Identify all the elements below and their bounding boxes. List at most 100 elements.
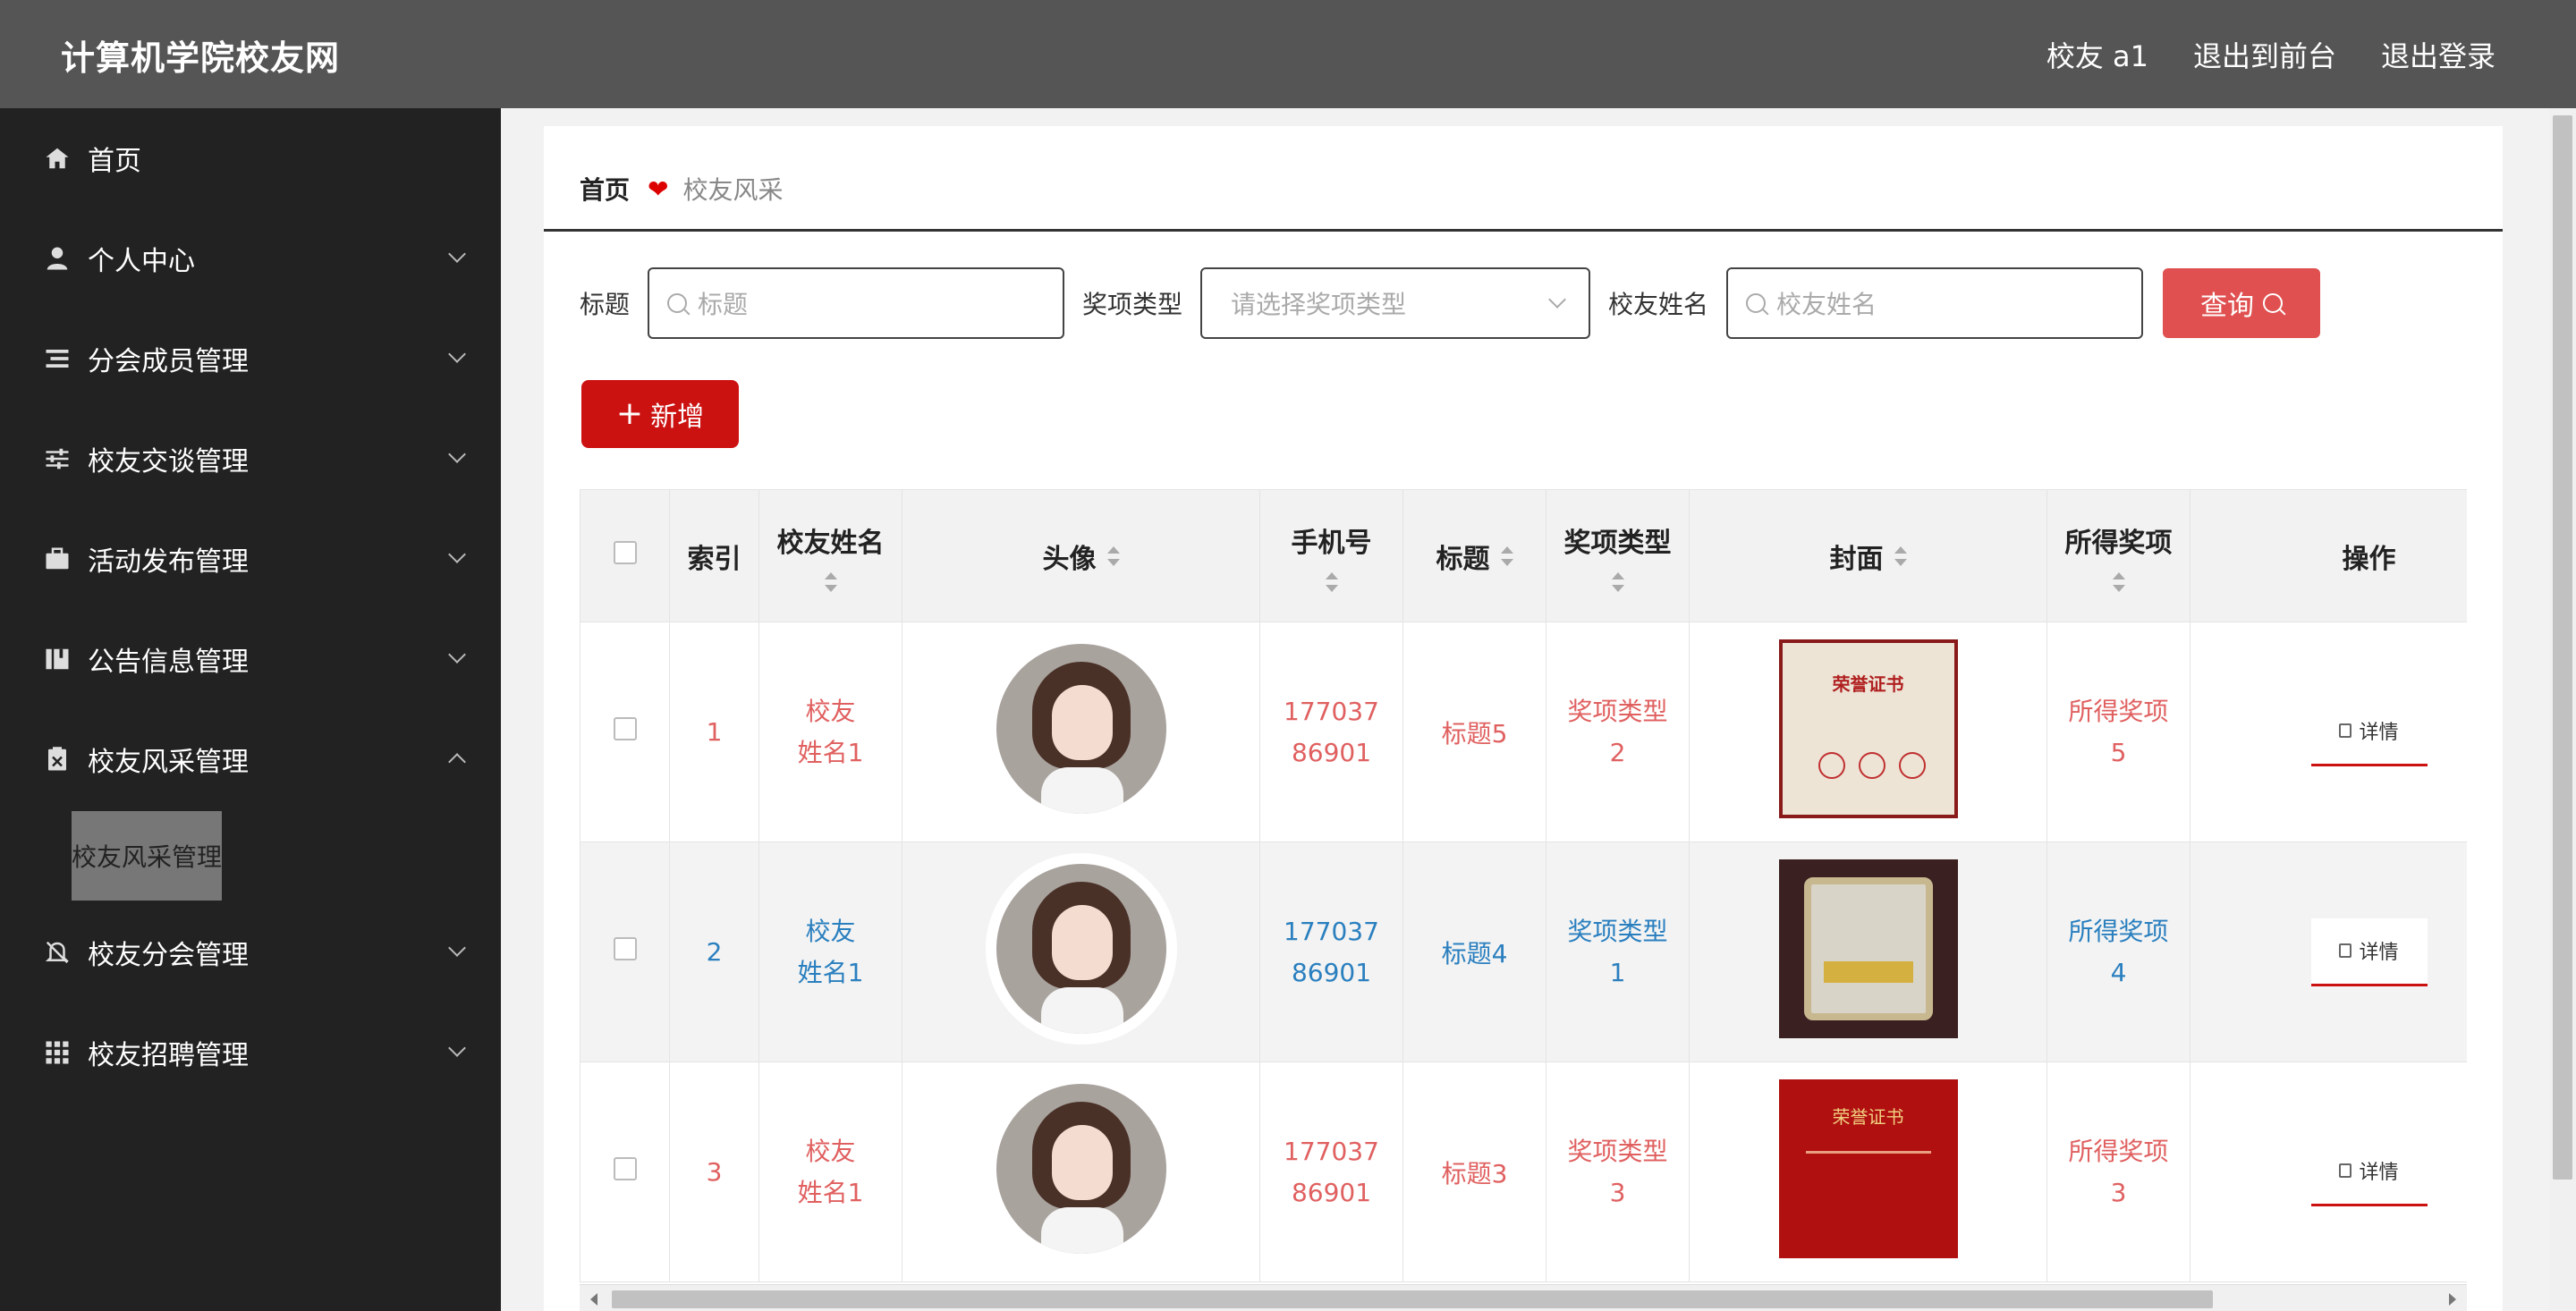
header-type[interactable]: 奖项类型 <box>1546 489 1690 622</box>
detail-button[interactable]: 详情 <box>2310 918 2428 986</box>
sort-icon[interactable] <box>1500 546 1513 566</box>
title-search-input[interactable]: 标题 <box>648 267 1065 339</box>
sort-icon[interactable] <box>1106 546 1120 566</box>
plus-icon: + <box>615 395 644 432</box>
header-phone[interactable]: 手机号 <box>1259 489 1403 622</box>
cover-image[interactable]: 荣誉证书 <box>1778 1079 1958 1258</box>
document-icon <box>2339 943 2352 958</box>
cell-phone: 17703786901 <box>1259 842 1403 1062</box>
scroll-left-icon[interactable] <box>590 1293 597 1306</box>
detail-label: 详情 <box>2359 942 2399 964</box>
scrollbar-thumb[interactable] <box>2553 115 2572 1180</box>
sidebar-item-branches[interactable]: 校友分会管理 <box>0 902 501 1002</box>
cell-phone: 17703786901 <box>1259 622 1403 842</box>
table-row: 3 校友姓名1 17703786901 标题3 奖项类型3 荣誉证书 所得奖项3… <box>580 1061 2467 1282</box>
sidebar-item-label: 校友分会管理 <box>88 940 249 971</box>
sort-icon[interactable] <box>1325 571 1338 592</box>
cell-index: 2 <box>669 842 759 1062</box>
sidebar-item-home[interactable]: 首页 <box>0 108 501 208</box>
vertical-scrollbar[interactable] <box>2549 108 2576 1311</box>
list-icon <box>43 344 72 373</box>
row-checkbox-cell <box>580 622 670 842</box>
document-icon <box>2339 1163 2352 1178</box>
cell-cover: 荣誉证书 <box>1689 622 2047 842</box>
submenu-alumni-style: 校友风采管理 <box>0 809 501 902</box>
scrollbar-thumb[interactable] <box>612 1290 2213 1308</box>
table-row: 2 校友姓名1 17703786901 标题4 奖项类型1 所得奖项4 详情 <box>580 842 2467 1062</box>
sort-icon[interactable] <box>2112 571 2125 592</box>
chevron-down-icon <box>448 939 466 957</box>
chevron-down-icon <box>1548 291 1566 309</box>
sidebar-item-label: 分会成员管理 <box>88 346 249 377</box>
header-type-label: 奖项类型 <box>1563 527 1672 559</box>
detail-button[interactable]: 详情 <box>2310 698 2428 766</box>
avatar[interactable] <box>996 1084 1166 1254</box>
sidebar-item-label: 校友交谈管理 <box>88 446 249 478</box>
query-button-label: 查询 <box>2200 292 2255 321</box>
header-nav: 校友 a1 退出到前台 退出登录 <box>2046 34 2496 75</box>
breadcrumb-home[interactable]: 首页 <box>580 171 630 207</box>
sidebar-item-branch-members[interactable]: 分会成员管理 <box>0 309 501 409</box>
detail-label: 详情 <box>2359 722 2399 744</box>
sidebar-item-activities[interactable]: 活动发布管理 <box>0 509 501 609</box>
name-search-input[interactable]: 校友姓名 <box>1726 267 2144 339</box>
horizontal-scrollbar[interactable] <box>580 1284 2467 1311</box>
title-search-placeholder: 标题 <box>698 290 749 319</box>
cell-ops: 详情 <box>2190 1061 2467 1282</box>
add-button-label: 新增 <box>650 402 705 433</box>
header-avatar-label: 头像 <box>1042 543 1097 575</box>
header-index: 索引 <box>669 489 759 622</box>
award-type-select[interactable]: 请选择奖项类型 <box>1200 267 1591 339</box>
user-label[interactable]: 校友 a1 <box>2046 34 2148 75</box>
cell-phone-text: 17703786901 <box>1284 1136 1379 1207</box>
cover-title: 荣誉证书 <box>1832 673 1904 695</box>
sidebar-item-recruitment[interactable]: 校友招聘管理 <box>0 1002 501 1103</box>
cell-phone-text: 17703786901 <box>1284 696 1379 767</box>
cell-name-text: 校友姓名1 <box>797 916 864 987</box>
cell-type: 奖项类型3 <box>1546 1061 1690 1282</box>
cell-title: 标题3 <box>1402 1061 1546 1282</box>
cover-image[interactable] <box>1778 859 1958 1038</box>
avatar[interactable] <box>996 644 1166 814</box>
content-panel: 标题 标题 奖项类型 请选择奖项类型 校友姓名 校友姓名 查询 + 新增 索引 … <box>544 232 2503 1311</box>
row-checkbox[interactable] <box>613 937 637 960</box>
header-cover-label: 封面 <box>1829 543 1884 575</box>
chevron-down-icon <box>448 245 466 263</box>
sort-icon[interactable] <box>1611 571 1624 592</box>
cell-type-text: 奖项类型2 <box>1567 696 1668 767</box>
select-all-checkbox[interactable] <box>613 541 637 564</box>
header-phone-label: 手机号 <box>1291 527 1372 559</box>
sidebar-item-notices[interactable]: 公告信息管理 <box>0 609 501 709</box>
header-name[interactable]: 校友姓名 <box>758 489 902 622</box>
cover-title: 荣誉证书 <box>1832 1106 1904 1128</box>
header-cover[interactable]: 封面 <box>1689 489 2047 622</box>
logout-link[interactable]: 退出登录 <box>2381 34 2496 75</box>
cell-name-text: 校友姓名1 <box>797 696 864 767</box>
cover-image[interactable]: 荣誉证书 <box>1778 639 1958 818</box>
sidebar-item-label: 首页 <box>88 146 141 177</box>
header-avatar[interactable]: 头像 <box>902 489 1260 622</box>
row-checkbox[interactable] <box>613 717 637 740</box>
detail-button[interactable]: 详情 <box>2310 1138 2428 1206</box>
sort-icon[interactable] <box>824 571 837 592</box>
sidebar-item-chat[interactable]: 校友交谈管理 <box>0 409 501 509</box>
main-area: 首页 ❤ 校友风采 标题 标题 奖项类型 请选择奖项类型 校友姓名 校友姓名 查… <box>501 108 2549 1311</box>
search-icon <box>1746 293 1767 313</box>
back-to-front-link[interactable]: 退出到前台 <box>2193 34 2336 75</box>
chevron-down-icon <box>448 646 466 664</box>
header-award[interactable]: 所得奖项 <box>2046 489 2190 622</box>
header-ops-label: 操作 <box>2342 543 2396 575</box>
header-title[interactable]: 标题 <box>1402 489 1546 622</box>
add-button[interactable]: + 新增 <box>581 380 739 448</box>
sidebar-item-label: 活动发布管理 <box>88 546 249 578</box>
scroll-right-icon[interactable] <box>2449 1293 2456 1306</box>
row-checkbox[interactable] <box>613 1157 637 1180</box>
avatar[interactable] <box>996 864 1166 1034</box>
sidebar-item-alumni-style[interactable]: 校友风采管理 <box>0 709 501 809</box>
sidebar-item-profile[interactable]: 个人中心 <box>0 208 501 309</box>
site-title: 计算机学院校友网 <box>61 38 341 78</box>
chevron-down-icon <box>448 445 466 463</box>
query-button[interactable]: 查询 <box>2163 268 2321 338</box>
sort-icon[interactable] <box>1894 546 1907 566</box>
sidebar-subitem-alumni-style[interactable]: 校友风采管理 <box>72 811 222 901</box>
